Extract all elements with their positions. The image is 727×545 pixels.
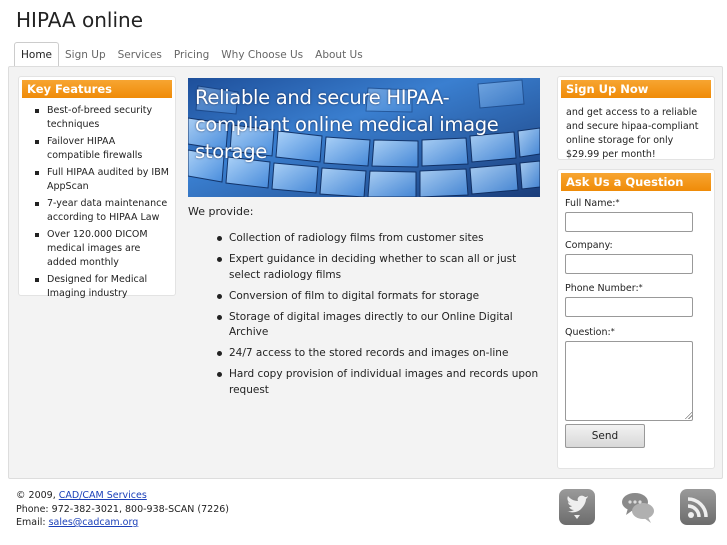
required-mark: * bbox=[610, 327, 615, 336]
sign-up-panel: Sign Up Now and get access to a reliable… bbox=[557, 76, 715, 160]
tab-why-choose-us[interactable]: Why Choose Us bbox=[215, 44, 309, 66]
question-field[interactable] bbox=[565, 341, 693, 421]
full-name-field[interactable] bbox=[565, 212, 693, 232]
list-item: Full HIPAA audited by IBM AppScan bbox=[33, 166, 169, 194]
tab-about-us[interactable]: About Us bbox=[309, 44, 369, 66]
phone-label: Phone Number:* bbox=[565, 283, 643, 294]
list-item: Designed for Medical Imaging industry bbox=[33, 273, 169, 301]
services-intro: We provide: bbox=[188, 205, 254, 218]
services-list: Collection of radiology films from custo… bbox=[215, 231, 545, 404]
tab-sign-up[interactable]: Sign Up bbox=[59, 44, 112, 66]
key-features-list: Best-of-breed security techniques Failov… bbox=[19, 98, 175, 301]
footer: © 2009, CAD/CAM Services Phone: 972-382-… bbox=[16, 489, 229, 530]
list-item: Failover HIPAA compatible firewalls bbox=[33, 135, 169, 163]
list-item: 24/7 access to the stored records and im… bbox=[215, 346, 545, 362]
site-title: HIPAA online bbox=[16, 8, 144, 32]
full-name-label: Full Name:* bbox=[565, 198, 620, 209]
textarea-resize-handle[interactable] bbox=[684, 411, 692, 419]
list-item: Collection of radiology films from custo… bbox=[215, 231, 545, 247]
email-link[interactable]: sales@cadcam.org bbox=[49, 517, 139, 528]
email-line: Email: sales@cadcam.org bbox=[16, 517, 139, 528]
ask-question-heading: Ask Us a Question bbox=[561, 173, 711, 191]
question-label: Question:* bbox=[565, 327, 615, 338]
key-features-heading: Key Features bbox=[22, 80, 172, 98]
company-label: Company: bbox=[565, 240, 613, 251]
tab-services[interactable]: Services bbox=[112, 44, 168, 66]
send-button[interactable]: Send bbox=[565, 424, 645, 448]
list-item: Best-of-breed security techniques bbox=[33, 104, 169, 132]
rss-feed-icon[interactable] bbox=[680, 489, 716, 525]
tab-home[interactable]: Home bbox=[14, 42, 60, 66]
tab-pricing[interactable]: Pricing bbox=[168, 44, 215, 66]
list-item: Storage of digital images directly to ou… bbox=[215, 310, 545, 341]
main-nav: Home Sign Up Services Pricing Why Choose… bbox=[14, 42, 724, 66]
sign-up-heading: Sign Up Now bbox=[561, 80, 711, 98]
hero-headline: Reliable and secure HIPAA-compliant onli… bbox=[195, 86, 499, 163]
list-item: Over 120.000 DICOM medical images are ad… bbox=[33, 228, 169, 270]
company-field[interactable] bbox=[565, 254, 693, 274]
list-item: Expert guidance in deciding whether to s… bbox=[215, 252, 545, 283]
chat-bubbles-icon[interactable] bbox=[620, 489, 656, 525]
copyright-line: © 2009, CAD/CAM Services bbox=[16, 490, 147, 501]
company-link[interactable]: CAD/CAM Services bbox=[59, 490, 147, 501]
required-mark: * bbox=[638, 283, 643, 292]
phone-line: Phone: 972-382-3021, 800-938-SCAN (7226) bbox=[16, 503, 229, 515]
sign-up-text: and get access to a reliable and secure … bbox=[566, 107, 699, 160]
required-mark: * bbox=[615, 198, 620, 207]
twitter-bird-icon[interactable] bbox=[559, 489, 595, 525]
key-features-panel: Key Features Best-of-breed security tech… bbox=[18, 76, 176, 299]
list-item: Hard copy provision of individual images… bbox=[215, 367, 545, 398]
hero-banner: Reliable and secure HIPAA-compliant onli… bbox=[188, 78, 540, 197]
list-item: Conversion of film to digital formats fo… bbox=[215, 289, 545, 305]
list-item: 7-year data maintenance according to HIP… bbox=[33, 197, 169, 225]
phone-field[interactable] bbox=[565, 297, 693, 317]
